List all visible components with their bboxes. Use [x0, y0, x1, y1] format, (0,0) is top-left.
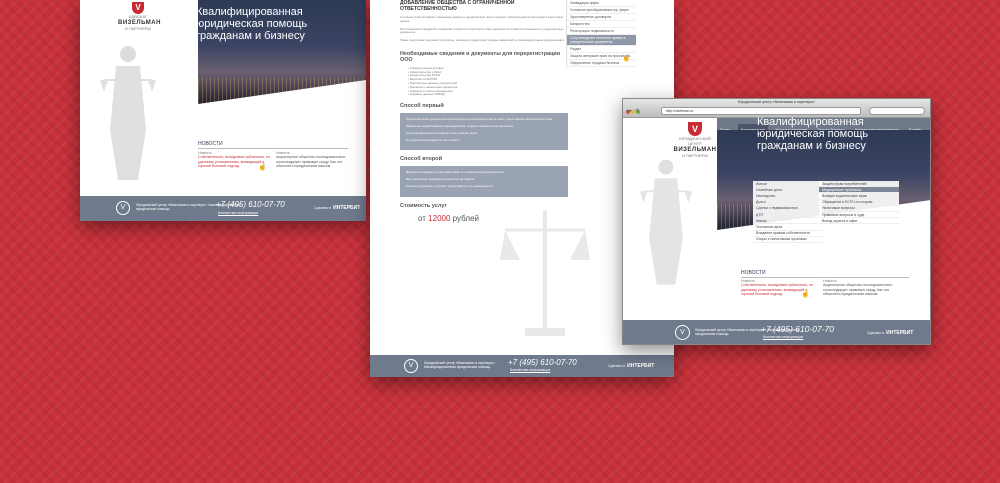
article-paragraph: Также подготовке подлежат протоколы, реш…	[400, 38, 565, 43]
logo-sub: И ПАРТНЕРЫ	[124, 26, 152, 31]
footer: V Юридический центр «Визельман и партнер…	[370, 355, 674, 377]
cursor-icon: ☝	[622, 55, 631, 62]
news-item[interactable]: Новость Акционерное общество последовате…	[276, 151, 350, 169]
browser-page: V ЮРИДИЧЕСКИЙ ЦЕНТР ВИЗЕЛЬМАН И ПАРТНЕРЫ…	[623, 118, 930, 344]
news-heading: НОВОСТИ	[198, 141, 348, 149]
developer-credit[interactable]: Сделано в ИНТЕРБИТ	[608, 363, 654, 369]
article-title: ДОБАВЛЕНИЕ ОБЩЕСТВА С ОГРАНИЧЕННОЙ ОТВЕТ…	[400, 0, 515, 12]
sidenav-item[interactable]: Регистрация недвижимости	[567, 28, 636, 35]
price: от 12000 рублей	[418, 213, 479, 223]
footer-contact-link[interactable]: Контактная информация	[763, 335, 803, 339]
way1-heading: Способ первый	[400, 103, 444, 110]
browser-search-input[interactable]	[869, 107, 925, 115]
developer-credit[interactable]: Сделано в ИНТЕРБИТ	[867, 330, 913, 336]
statue-icon	[100, 46, 156, 180]
footer: V Юридический центр «Визельман и партнер…	[80, 196, 366, 221]
footer-phone[interactable]: +7 (495) 610-07-70	[216, 200, 285, 209]
cursor-icon: ☝	[801, 291, 810, 298]
left-column: V АДВОКАТ ВИЗЕЛЬМАН И ПАРТНЕРЫ	[80, 0, 198, 196]
developer-credit[interactable]: Сделано в ИНТЕРБИТ	[314, 205, 360, 211]
price-value: 12000	[428, 213, 451, 223]
footer: V Юридический центр «Визельман и партнер…	[623, 320, 930, 344]
footer-contact-link[interactable]: Контактная информация	[218, 211, 258, 215]
way2-box: Документы подаются представителем по нот…	[400, 166, 568, 197]
article-paragraph: Согласно этим условиям, изменение данных…	[400, 15, 563, 23]
footer-phone[interactable]: +7 (495) 610-07-70	[761, 324, 834, 334]
emblem-icon: V	[688, 122, 702, 136]
statue-icon	[639, 159, 693, 285]
news-heading: НОВОСТИ	[741, 270, 909, 278]
sidenav-item[interactable]: Удостоверение договоров	[567, 14, 636, 21]
news-link[interactable]: Акционерное общество последовательно кон…	[823, 283, 901, 296]
back-forward-icon[interactable]: ◂▸ ⟳	[626, 108, 641, 114]
menu-item[interactable]: Выезд юриста в офис	[819, 218, 899, 225]
services-menu-left: Жилье Семейные дела Наследство Долги Сде…	[753, 181, 823, 244]
footer-emblem-icon: V	[404, 359, 418, 373]
logo[interactable]: V АДВОКАТ ВИЗЕЛЬМАН И ПАРТНЕРЫ	[118, 2, 160, 31]
sidenav-item[interactable]: Банкротство	[567, 21, 636, 28]
logo-caption: ЮРИДИЧЕСКИЙ ЦЕНТР	[679, 136, 711, 146]
landing-page-mockup: V АДВОКАТ ВИЗЕЛЬМАН И ПАРТНЕРЫ Квалифици…	[80, 0, 366, 221]
sidenav-item[interactable]: Условные преобразования юр. фирм	[567, 7, 636, 14]
footer-contact-link[interactable]: Контактная информация	[510, 368, 550, 372]
hero-title: Квалифицированная юридическая помощь гражд…	[757, 116, 869, 152]
article-paragraph: При изменении сведений о компании требуе…	[400, 26, 564, 35]
footer-phone[interactable]: +7 (495) 610-07-70	[508, 358, 577, 367]
hero-title: Квалифицированная юридическая помощь гражд…	[196, 6, 308, 42]
menu-item[interactable]: Споры с налоговыми органами	[753, 236, 823, 244]
sidenav-item-active[interactable]: Сопровождение внесения правок в учредите…	[567, 35, 636, 46]
cursor-icon: ☝	[258, 164, 267, 171]
news-link[interactable]: Акционерное общество последовательно кон…	[276, 155, 350, 168]
browser-window-mockup: Юридический центр «Визельман и партнеры»…	[622, 98, 931, 345]
sidenav-item[interactable]: Раздел	[567, 46, 636, 53]
cost-heading: Стоимость услуг	[400, 202, 447, 209]
news-item[interactable]: Новость Акционерное общество последовате…	[823, 279, 901, 297]
logo[interactable]: V ЮРИДИЧЕСКИЙ ЦЕНТР ВИЗЕЛЬМАН И ПАРТНЕРЫ	[673, 122, 717, 158]
logo-caption: АДВОКАТ	[128, 14, 148, 19]
way2-heading: Способ второй	[400, 156, 443, 163]
window-title: Юридический центр «Визельман и партнеры»	[737, 100, 816, 104]
way1-box: Предоставление документов производится в…	[400, 113, 568, 151]
sidenav-item[interactable]: Ликвидация фирм	[567, 0, 636, 7]
emblem-icon: V	[132, 2, 144, 14]
docs-heading: Необходимые сведения и документы для пер…	[400, 50, 561, 64]
footer-emblem-icon: V	[116, 201, 130, 215]
docs-list: Учредительный договорСвидетельство о ИНН…	[400, 66, 568, 97]
services-menu-right: Защита прав потребителей Медицинские про…	[819, 181, 899, 225]
footer-emblem-icon: V	[675, 325, 690, 340]
article-content: ДОБАВЛЕНИЕ ОБЩЕСТВА С ОГРАНИЧЕННОЙ ОТВЕТ…	[400, 0, 568, 223]
address-bar[interactable]: http://vizelman.ru	[661, 107, 861, 115]
